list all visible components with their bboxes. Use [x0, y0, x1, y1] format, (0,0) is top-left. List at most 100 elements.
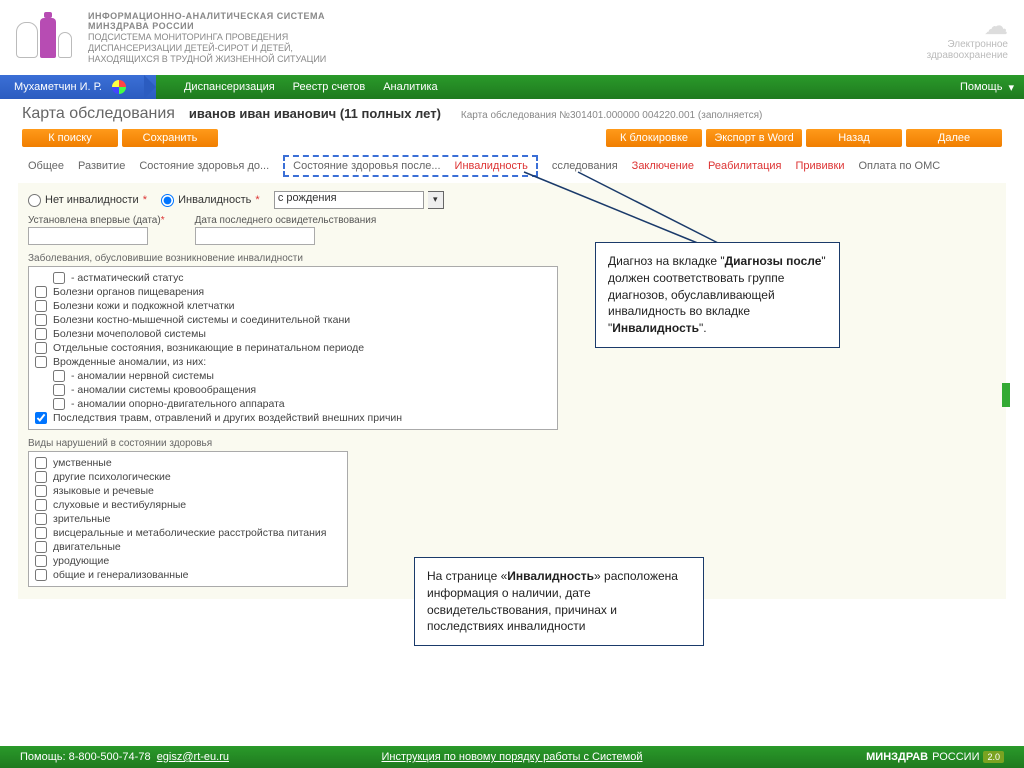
disease-item[interactable]: - астматический статус [35, 271, 551, 285]
violations-section-label: Виды нарушений в состоянии здоровья [28, 438, 996, 449]
brand-right: ☁ Электронное здравоохранение [927, 15, 1008, 61]
nav-help[interactable]: Помощь ▾ [960, 81, 1014, 94]
violation-checkbox[interactable] [35, 555, 47, 567]
tab-general[interactable]: Общее [28, 160, 64, 172]
disease-item[interactable]: Отдельные состояния, возникающие в перин… [35, 341, 551, 355]
highlighted-tabs: Состояние здоровья после... Инвалидность [283, 155, 538, 177]
brand-right-1: Электронное [927, 39, 1008, 50]
violation-item[interactable]: висцеральные и метаболические расстройст… [35, 526, 341, 540]
logo [16, 18, 72, 58]
violation-item[interactable]: другие психологические [35, 470, 341, 484]
callout-top: Диагноз на вкладке "Диагнозы после" долж… [595, 242, 840, 348]
nav-links: Диспансеризация Реестр счетов Аналитика [184, 81, 438, 93]
disease-item[interactable]: Болезни кожи и подкожной клетчатки [35, 299, 551, 313]
user-name: Мухаметчин И. Р. [14, 81, 102, 93]
header-text: ИНФОРМАЦИОННО-АНАЛИТИЧЕСКАЯ СИСТЕМА МИНЗ… [88, 11, 326, 65]
disease-checkbox[interactable] [35, 300, 47, 312]
tab-development[interactable]: Развитие [78, 160, 125, 172]
violation-checkbox[interactable] [35, 541, 47, 553]
user-chip[interactable]: Мухаметчин И. Р. [0, 75, 156, 99]
patient-name: иванов иван иванович (11 полных лет) [189, 106, 441, 121]
disease-checkbox[interactable] [35, 412, 47, 424]
violation-item[interactable]: общие и генерализованные [35, 568, 341, 582]
tab-health-after[interactable]: Состояние здоровья после... [293, 160, 440, 172]
brand-right-2: здравоохранение [927, 50, 1008, 61]
tab-health-before[interactable]: Состояние здоровья до... [139, 160, 269, 172]
header-line4: ДИСПАНСЕРИЗАЦИИ ДЕТЕЙ-СИРОТ И ДЕТЕЙ, [88, 43, 293, 53]
violation-item[interactable]: уродующие [35, 554, 341, 568]
tab-research[interactable]: сследования [552, 160, 618, 172]
disease-item[interactable]: Болезни костно-мышечной системы и соедин… [35, 313, 551, 327]
label-no-disability: Нет инвалидности [45, 194, 139, 206]
scroll-indicator [1002, 383, 1010, 407]
violation-label: умственные [53, 457, 112, 469]
page-title: Карта обследования [22, 105, 175, 123]
violation-checkbox[interactable] [35, 513, 47, 525]
disability-radios: Нет инвалидности* Инвалидность* с рожден… [28, 191, 996, 209]
disease-item[interactable]: - аномалии системы кровообращения [35, 383, 551, 397]
footer: Помощь: 8-800-500-74-78 egisz@rt-eu.ru И… [0, 746, 1024, 768]
violation-checkbox[interactable] [35, 457, 47, 469]
violation-item[interactable]: слуховые и вестибулярные [35, 498, 341, 512]
violation-item[interactable]: зрительные [35, 512, 341, 526]
violation-checkbox[interactable] [35, 569, 47, 581]
violation-item[interactable]: языковые и речевые [35, 484, 341, 498]
disease-item[interactable]: - аномалии нервной системы [35, 369, 551, 383]
disease-item[interactable]: Врожденные аномалии, из них: [35, 355, 551, 369]
block-button[interactable]: К блокировке [606, 129, 702, 147]
disease-checkbox[interactable] [35, 286, 47, 298]
tab-vaccines[interactable]: Прививки [796, 160, 845, 172]
radio-disability[interactable] [161, 194, 174, 207]
next-button[interactable]: Далее [906, 129, 1002, 147]
radio-no-disability[interactable] [28, 194, 41, 207]
tab-conclusion[interactable]: Заключение [632, 160, 694, 172]
violation-checkbox[interactable] [35, 499, 47, 511]
violation-checkbox[interactable] [35, 485, 47, 497]
date-last-input[interactable] [195, 227, 315, 245]
back-button[interactable]: Назад [806, 129, 902, 147]
disease-checkbox[interactable] [53, 272, 65, 284]
action-buttons: К поиску Сохранить К блокировке Экспорт … [0, 127, 1024, 151]
disease-item[interactable]: Болезни мочеполовой системы [35, 327, 551, 341]
violation-label: слуховые и вестибулярные [53, 499, 186, 511]
nav-registry[interactable]: Реестр счетов [293, 81, 366, 93]
tab-oms[interactable]: Оплата по ОМС [858, 160, 940, 172]
violation-label: висцеральные и метаболические расстройст… [53, 527, 326, 539]
disease-item[interactable]: Последствия травм, отравлений и других в… [35, 411, 551, 425]
violation-item[interactable]: умственные [35, 456, 341, 470]
label-disability: Инвалидность [178, 194, 251, 206]
tab-rehab[interactable]: Реабилитация [708, 160, 782, 172]
violation-checkbox[interactable] [35, 527, 47, 539]
dropdown-icon[interactable]: ▾ [428, 191, 444, 209]
logo-bottle-icon [40, 18, 56, 58]
disease-item[interactable]: - аномалии опорно-двигательного аппарата [35, 397, 551, 411]
nav-dispanserization[interactable]: Диспансеризация [184, 81, 275, 93]
disease-checkbox[interactable] [35, 328, 47, 340]
violation-checkbox[interactable] [35, 471, 47, 483]
co1-b1: Диагнозы после [725, 254, 822, 268]
card-status: (заполняется) [698, 110, 762, 121]
co2-t1: На странице « [427, 569, 507, 583]
chevron-down-icon: ▾ [1008, 81, 1014, 94]
date2-label: Дата последнего освидетельствования [195, 215, 377, 226]
violation-item[interactable]: двигательные [35, 540, 341, 554]
tab-disability[interactable]: Инвалидность [455, 160, 528, 172]
footer-instruction[interactable]: Инструкция по новому порядку работы с Си… [381, 751, 642, 763]
disease-checkbox[interactable] [53, 384, 65, 396]
disease-checkbox[interactable] [35, 342, 47, 354]
disease-label: Отдельные состояния, возникающие в перин… [53, 342, 364, 354]
since-select[interactable]: с рождения [274, 191, 424, 209]
disease-label: - астматический статус [71, 272, 183, 284]
disease-checkbox[interactable] [53, 370, 65, 382]
export-button[interactable]: Экспорт в Word [706, 129, 802, 147]
nav-analytics[interactable]: Аналитика [383, 81, 437, 93]
date-first-input[interactable] [28, 227, 148, 245]
search-button[interactable]: К поиску [22, 129, 118, 147]
disease-checkbox[interactable] [35, 314, 47, 326]
save-button[interactable]: Сохранить [122, 129, 218, 147]
disease-item[interactable]: Болезни органов пищеварения [35, 285, 551, 299]
disease-checkbox[interactable] [35, 356, 47, 368]
disease-checkbox[interactable] [53, 398, 65, 410]
violation-label: двигательные [53, 541, 121, 553]
violations-box: умственныедругие психологическиеязыковые… [28, 451, 348, 587]
